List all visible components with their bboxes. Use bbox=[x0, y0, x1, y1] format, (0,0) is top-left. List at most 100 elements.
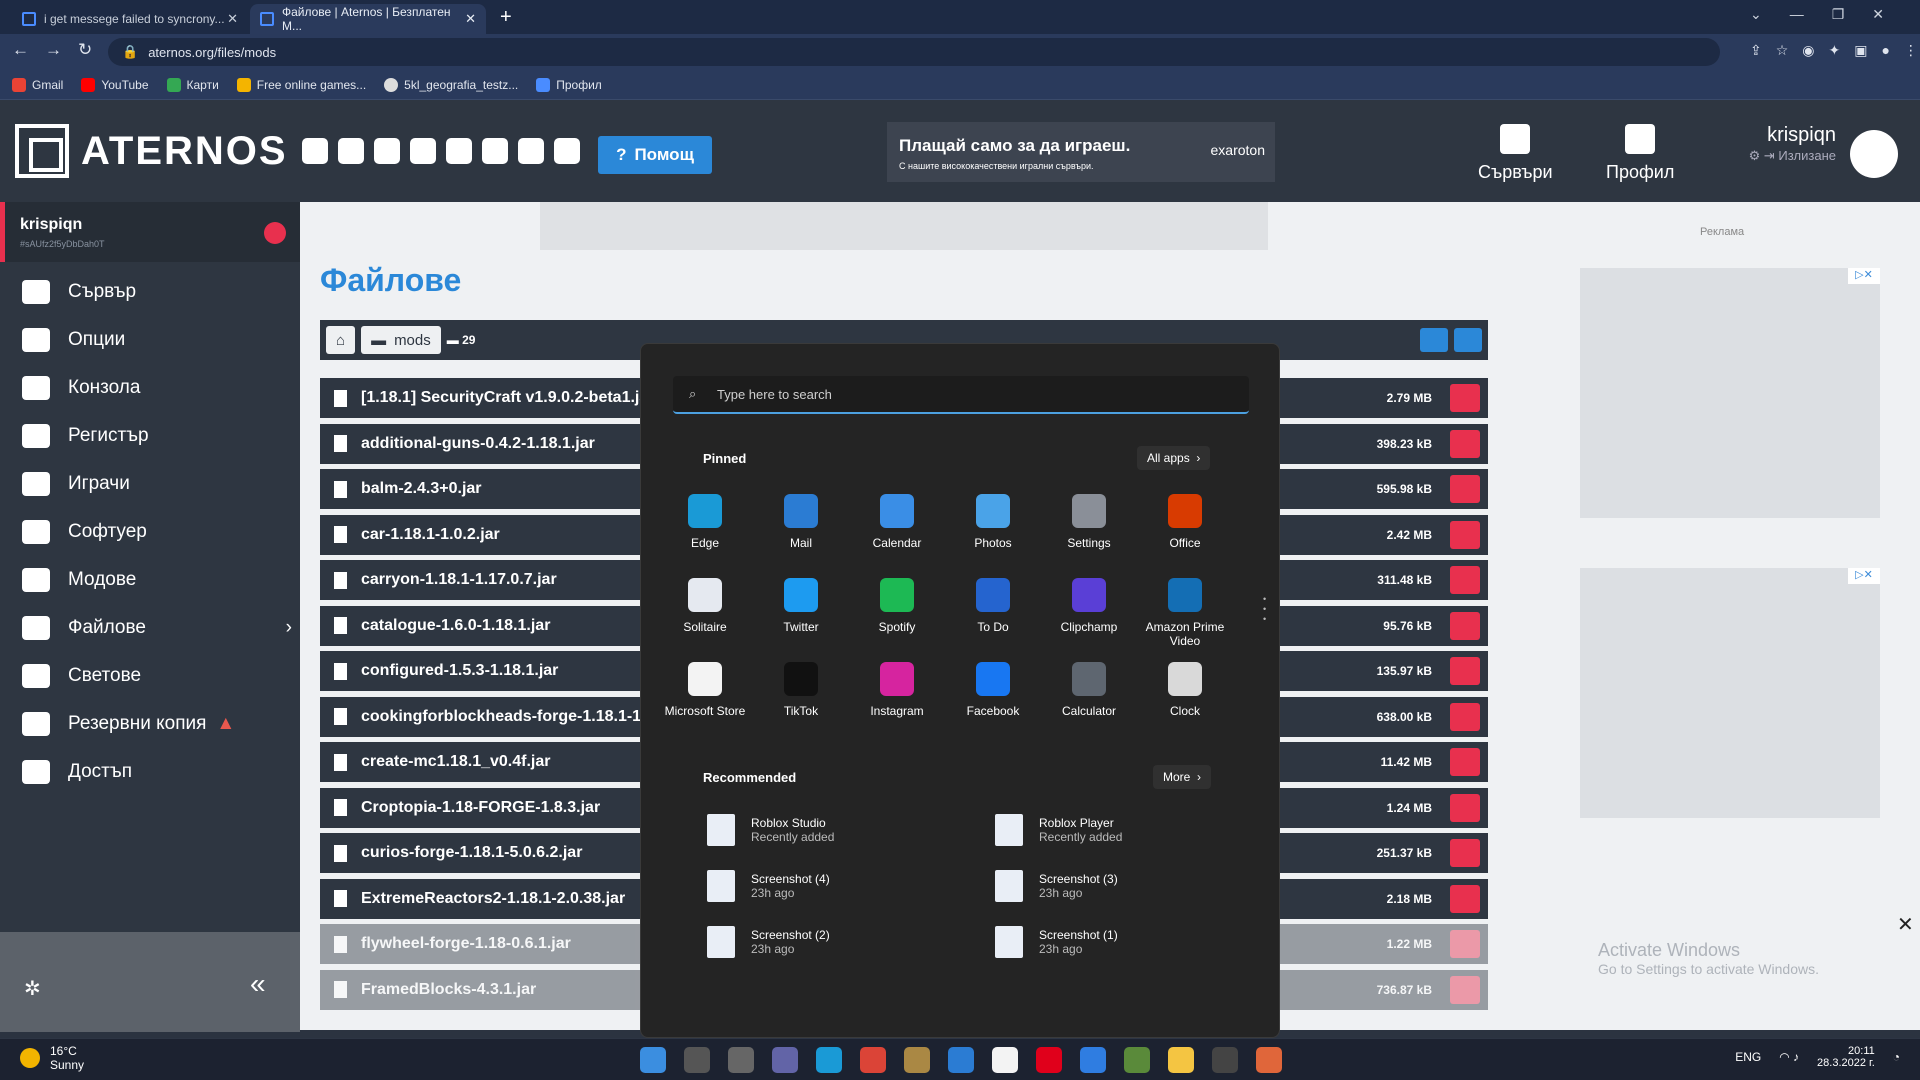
minecraft-icon[interactable] bbox=[1124, 1047, 1150, 1073]
trash-icon[interactable] bbox=[1450, 748, 1480, 776]
bookmark-youtube[interactable]: YouTube bbox=[81, 77, 149, 92]
app-settings[interactable]: Settings bbox=[1041, 494, 1137, 550]
reddit-icon[interactable] bbox=[445, 138, 472, 164]
windows-start-icon[interactable] bbox=[640, 1047, 666, 1073]
trash-icon[interactable] bbox=[1450, 520, 1480, 549]
server-card[interactable]: krispiqn #sAUfz2f5yDbDah0T bbox=[0, 202, 300, 262]
chrome-icon[interactable] bbox=[860, 1047, 886, 1073]
adchoices-icon[interactable]: ▷✕ bbox=[1848, 268, 1880, 284]
app-calendar[interactable]: Calendar bbox=[849, 494, 945, 550]
bookmark-geografia[interactable]: 5kl_geografia_testz... bbox=[384, 77, 518, 92]
recommended-item[interactable]: Screenshot (3) 23h ago bbox=[995, 870, 1255, 902]
discord-icon[interactable] bbox=[481, 138, 508, 164]
app-tiktok[interactable]: TikTok bbox=[753, 662, 849, 718]
app-microsoft-store[interactable]: Microsoft Store bbox=[657, 662, 753, 718]
language-indicator[interactable]: ENG bbox=[1735, 1050, 1761, 1064]
nav-buttons[interactable]: ←→↻ bbox=[12, 40, 108, 60]
trash-icon[interactable] bbox=[1450, 384, 1480, 412]
nav-servers[interactable]: Сървъри bbox=[1478, 124, 1553, 183]
wifi-icon[interactable]: ◠ ♪ bbox=[1779, 1050, 1799, 1064]
sidebar-item-players[interactable]: Играчи bbox=[22, 460, 130, 508]
search-icon[interactable] bbox=[684, 1047, 710, 1073]
gear-icon[interactable]: ✲ bbox=[24, 976, 41, 1001]
app-amazon-prime-video[interactable]: Amazon Prime Video bbox=[1137, 578, 1233, 648]
trash-icon[interactable] bbox=[1450, 839, 1480, 867]
sidebar-item-console[interactable]: Конзола bbox=[22, 364, 140, 412]
tab-1[interactable]: i get messege failed to syncrony... ✕ bbox=[12, 4, 248, 34]
store-icon[interactable] bbox=[992, 1047, 1018, 1073]
steam-icon[interactable] bbox=[1212, 1047, 1238, 1073]
trash-icon[interactable] bbox=[1450, 429, 1480, 458]
recommended-item[interactable]: Screenshot (2) 23h ago bbox=[707, 926, 967, 958]
ad-box[interactable]: ▷✕ bbox=[1580, 268, 1880, 518]
app-clipchamp[interactable]: Clipchamp bbox=[1041, 578, 1137, 634]
app-twitter[interactable]: Twitter bbox=[753, 578, 849, 634]
twitter-icon[interactable] bbox=[301, 138, 328, 164]
app-instagram[interactable]: Instagram bbox=[849, 662, 945, 718]
window-controls[interactable]: ⌄—❐✕ bbox=[1750, 6, 1912, 23]
sidebar-item-server[interactable]: Сървър bbox=[22, 268, 136, 316]
edge-icon[interactable] bbox=[816, 1047, 842, 1073]
nav-profile[interactable]: Профил bbox=[1606, 124, 1674, 183]
stop-icon[interactable] bbox=[264, 222, 286, 244]
all-apps-button[interactable]: All apps › bbox=[1137, 446, 1211, 470]
bookmark-gmail[interactable]: Gmail bbox=[12, 77, 63, 92]
sidebar-item-log[interactable]: Регистър bbox=[22, 412, 149, 460]
search-input[interactable]: ⌕ Type here to search bbox=[673, 376, 1249, 414]
trash-icon[interactable] bbox=[1450, 930, 1480, 958]
new-tab-button[interactable]: + bbox=[500, 6, 512, 29]
sidebar-item-worlds[interactable]: Светове bbox=[22, 652, 141, 700]
weather-widget[interactable]: 16°C Sunny bbox=[20, 1044, 84, 1072]
adchoices-icon[interactable]: ▷✕ bbox=[1848, 568, 1880, 584]
task-view-icon[interactable] bbox=[728, 1047, 754, 1073]
chrome-profile-icon[interactable] bbox=[1256, 1047, 1282, 1073]
close-icon[interactable]: ✕ bbox=[227, 11, 238, 27]
page-dots[interactable]: • • • bbox=[1263, 594, 1267, 624]
aternos-logo[interactable]: ATERNOS bbox=[15, 124, 580, 178]
sidebar-item-options[interactable]: Опции bbox=[22, 316, 125, 364]
app-to-do[interactable]: To Do bbox=[945, 578, 1041, 634]
trash-icon[interactable] bbox=[1450, 884, 1480, 913]
logout-link[interactable]: ⚙ ⇥ Излизане bbox=[1749, 148, 1836, 163]
recommended-item[interactable]: Roblox Player Recently added bbox=[995, 814, 1255, 846]
close-icon[interactable]: ✕ bbox=[465, 11, 476, 27]
app-spotify[interactable]: Spotify bbox=[849, 578, 945, 634]
more-button[interactable]: More › bbox=[1153, 765, 1212, 789]
sidebar-item-access[interactable]: Достъп bbox=[22, 748, 132, 796]
clock[interactable]: 20:11 28.3.2022 г. bbox=[1817, 1045, 1875, 1069]
bookmark-maps[interactable]: Карти bbox=[166, 77, 219, 92]
pickaxe-icon[interactable] bbox=[904, 1047, 930, 1073]
close-icon[interactable]: ✕ bbox=[1897, 912, 1914, 937]
app-edge[interactable]: Edge bbox=[657, 494, 753, 550]
url-field[interactable]: 🔒 aternos.org/files/mods bbox=[108, 38, 1720, 66]
new-folder-icon[interactable] bbox=[1420, 328, 1448, 352]
trash-icon[interactable] bbox=[1450, 975, 1480, 1004]
bookmark-profile[interactable]: Профил bbox=[536, 77, 602, 92]
sidebar-item-software[interactable]: Софтуер bbox=[22, 508, 147, 556]
avatar[interactable] bbox=[1850, 130, 1898, 178]
youtube-icon[interactable] bbox=[373, 138, 400, 164]
app-mail[interactable]: Mail bbox=[753, 494, 849, 550]
app-facebook[interactable]: Facebook bbox=[945, 662, 1041, 718]
user-menu[interactable]: krispiqn ⚙ ⇥ Излизане bbox=[1728, 124, 1836, 165]
sidebar-item-mods[interactable]: Модове bbox=[22, 556, 136, 604]
app-office[interactable]: Office bbox=[1137, 494, 1233, 550]
recommended-item[interactable]: Screenshot (4) 23h ago bbox=[707, 870, 967, 902]
toolbar-icons[interactable]: ⇪☆◉✦▣●⋮ bbox=[1750, 42, 1920, 59]
app-clock[interactable]: Clock bbox=[1137, 662, 1233, 718]
ad-box[interactable]: ▷✕ bbox=[1580, 568, 1880, 818]
app-photos[interactable]: Photos bbox=[945, 494, 1041, 550]
trash-icon[interactable] bbox=[1450, 566, 1480, 594]
collapse-icon[interactable]: « bbox=[250, 968, 266, 1000]
header-ad[interactable]: Плащай само за да играеш. С нашите висок… bbox=[887, 122, 1275, 182]
facebook-icon[interactable] bbox=[337, 138, 364, 164]
trash-icon[interactable] bbox=[1450, 793, 1480, 822]
mail-icon[interactable] bbox=[948, 1047, 974, 1073]
chat-icon[interactable] bbox=[772, 1047, 798, 1073]
help-button[interactable]: ? Помощ bbox=[598, 136, 712, 174]
new-file-icon[interactable] bbox=[1454, 328, 1482, 352]
trash-icon[interactable] bbox=[1450, 611, 1480, 640]
app-solitaire[interactable]: Solitaire bbox=[657, 578, 753, 634]
sidebar-item-files[interactable]: Файлове › bbox=[22, 604, 292, 652]
opera-icon[interactable] bbox=[1036, 1047, 1062, 1073]
